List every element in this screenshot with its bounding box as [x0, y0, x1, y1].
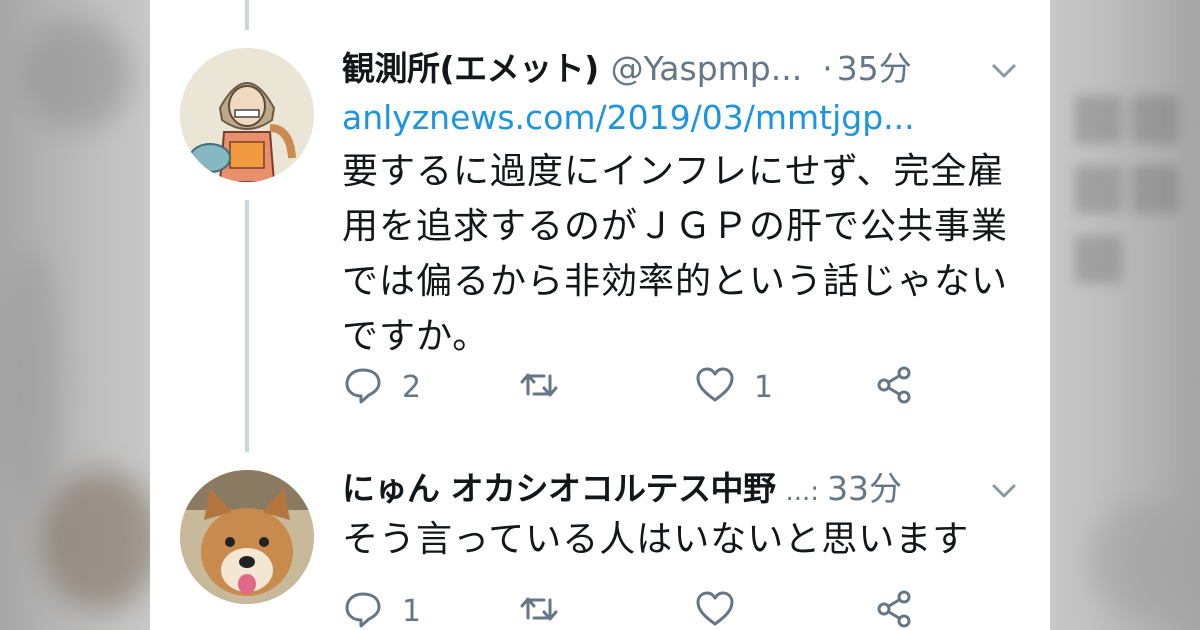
tweet[interactable]: 観測所(エメット) @Yaspmp... · 35分 anlyznews.com… — [342, 42, 1022, 364]
tweet-actions: 1 — [342, 586, 942, 630]
thread-connector-line — [245, 0, 249, 30]
share-button[interactable] — [874, 362, 916, 412]
tweet-text-line: 要するに過度にインフレにせず、完全雇 — [342, 151, 1005, 192]
tweet-text-line: そう言っている人はいないと思います — [342, 519, 970, 560]
share-icon — [874, 588, 916, 630]
timestamp[interactable]: 33分 — [827, 462, 902, 510]
reply-button[interactable]: 2 — [342, 362, 421, 412]
tweet-text-line: ですか。 — [342, 316, 490, 357]
tweet-header: 観測所(エメット) @Yaspmp... · 35分 — [342, 42, 1022, 92]
reply-icon — [342, 364, 384, 410]
chevron-down-icon[interactable] — [986, 476, 1022, 506]
blurred-background-left — [0, 0, 150, 630]
tweet-actions: 2 1 — [342, 362, 942, 412]
tweet-link[interactable]: anlyznews.com/2019/03/mmtjgp... — [342, 92, 1022, 144]
chevron-down-icon[interactable] — [986, 56, 1022, 86]
avatar[interactable] — [180, 48, 314, 182]
like-button[interactable]: 1 — [694, 362, 773, 412]
tweet-text: そう言っている人はいないと思います — [342, 512, 1022, 567]
thread-connector-line — [245, 200, 249, 452]
like-count: 1 — [754, 369, 774, 405]
tweet-text: 要するに過度にインフレにせず、完全雇 用を追求するのがＪＧＰの肝で公共事業 では… — [342, 144, 1022, 364]
retweet-button[interactable] — [518, 362, 578, 412]
tweet[interactable]: にゅん オカシオコルテス中野 ...: 33分 そう言っている人はいないと思いま… — [342, 462, 1022, 567]
reply-button[interactable]: 1 — [342, 586, 421, 630]
retweet-icon — [518, 364, 560, 410]
tweet-text-line: 用を追求するのがＪＧＰの肝で公共事業 — [342, 206, 1009, 247]
avatar[interactable] — [180, 470, 314, 604]
like-button[interactable] — [694, 586, 754, 630]
display-name[interactable]: 観測所(エメット) — [342, 42, 599, 90]
like-icon — [694, 588, 736, 630]
user-handle[interactable]: @Yaspmp... — [611, 49, 803, 88]
blurred-background-right: ▦▦ ▦▦ ▦ — [1050, 0, 1200, 630]
tweet-header: にゅん オカシオコルテス中野 ...: 33分 — [342, 462, 1022, 512]
retweet-button[interactable] — [518, 586, 578, 630]
separator-dot: · — [822, 49, 833, 88]
user-handle[interactable]: ...: — [786, 477, 820, 507]
tweet-thread-panel: 観測所(エメット) @Yaspmp... · 35分 anlyznews.com… — [150, 0, 1050, 630]
reply-icon — [342, 588, 384, 630]
display-name[interactable]: にゅん オカシオコルテス中野 — [342, 462, 776, 510]
timestamp[interactable]: 35分 — [837, 42, 912, 90]
reply-count: 2 — [402, 369, 422, 405]
like-icon — [694, 364, 736, 410]
retweet-icon — [518, 588, 560, 630]
share-button[interactable] — [874, 586, 916, 630]
share-icon — [874, 364, 916, 410]
tweet-text-line: では偏るから非効率的という話じゃない — [342, 261, 1009, 302]
reply-count: 1 — [402, 593, 422, 629]
